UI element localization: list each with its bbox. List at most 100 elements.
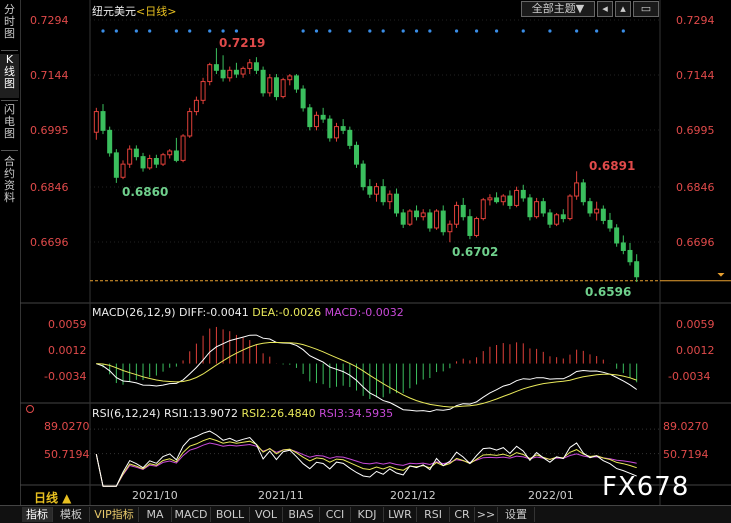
candle-body — [620, 242, 626, 251]
y-tick-right: 0.7144 — [676, 69, 715, 82]
candle-body — [534, 201, 540, 218]
candle-body — [333, 126, 339, 139]
macd-y-tick-right: 0.0012 — [676, 344, 715, 357]
candle-body — [353, 144, 359, 165]
event-dot — [454, 29, 459, 33]
candle-body — [440, 210, 446, 233]
candle-body — [507, 195, 513, 206]
y-tick-right: 0.6696 — [676, 236, 715, 249]
candle-body — [313, 114, 319, 128]
candle-body — [580, 182, 586, 203]
candle-body — [193, 99, 199, 113]
macd-dea-line — [96, 342, 637, 408]
event-dot — [414, 29, 419, 33]
candle-body — [540, 201, 546, 214]
candle-body — [260, 69, 266, 94]
event-dot — [101, 29, 105, 33]
candle-body — [614, 227, 620, 244]
period-switch-button[interactable]: 日线 ▲ — [34, 489, 71, 506]
rsi3-value: RSI3:34.5935 — [319, 407, 394, 420]
kline-chart[interactable] — [0, 0, 731, 505]
candle-body — [267, 77, 273, 94]
event-dot — [221, 29, 225, 33]
toolbar-tab-13[interactable]: >> — [475, 507, 498, 522]
macd-diff: DIFF:-0.0041 — [179, 306, 249, 319]
toolbar-tab-1[interactable]: 模板 — [53, 507, 90, 522]
event-dot — [381, 29, 385, 33]
y-tick-left: 0.6846 — [30, 181, 69, 194]
candle-body — [253, 62, 259, 71]
candle-body — [420, 212, 426, 218]
watermark-logo: FX678 — [602, 472, 690, 502]
candle-body — [627, 249, 633, 263]
candle-body — [120, 163, 126, 178]
candle-body — [367, 186, 373, 195]
toolbar-tab-11[interactable]: RSI — [417, 507, 450, 522]
macd-y-tick-left: -0.0034 — [44, 370, 87, 383]
toolbar-tab-4[interactable]: MACD — [172, 507, 211, 522]
candle-body — [547, 212, 553, 225]
candle-body — [500, 195, 506, 203]
annotation-high: 0.7219 — [219, 36, 266, 50]
candle-body — [414, 210, 420, 218]
rsi-legend: RSI(6,12,24) RSI1:13.9072 RSI2:26.4840 R… — [92, 407, 393, 420]
candle-body — [527, 197, 533, 218]
event-dot — [474, 29, 479, 33]
event-dot — [208, 29, 212, 33]
candle-body — [460, 204, 466, 218]
candle-body — [307, 107, 313, 128]
candle-body — [213, 64, 219, 71]
candle-body — [167, 150, 173, 156]
y-tick-right: 0.6846 — [676, 181, 715, 194]
toolbar-tab-8[interactable]: CCI — [320, 507, 351, 522]
y-tick-left: 0.6696 — [30, 236, 69, 249]
toolbar-tab-0[interactable]: 指标 — [22, 507, 53, 522]
toolbar-tab-10[interactable]: LWR — [384, 507, 417, 522]
macd-value: MACD:-0.0032 — [324, 306, 404, 319]
event-dot — [188, 29, 192, 33]
candle-body — [520, 189, 526, 199]
macd-dea: DEA:-0.0026 — [252, 306, 322, 319]
toolbar-tab-2[interactable]: VIP指标 — [90, 507, 139, 522]
candle-body — [347, 129, 353, 146]
candle-body — [467, 216, 473, 236]
candle-body — [300, 88, 306, 109]
indicator-toolbar: 指标 模板 VIP指标 MA MACD BOLL VOL BIAS CCI KDJ LWR RSI CR… — [0, 505, 731, 523]
candle-body — [394, 193, 400, 214]
candle-body — [427, 212, 433, 229]
candle-body — [480, 199, 486, 220]
candle-body — [220, 69, 226, 79]
candle-body — [607, 219, 613, 229]
toolbar-tab-5[interactable]: BOLL — [211, 507, 250, 522]
toolbar-tab-7[interactable]: BIAS — [283, 507, 320, 522]
candle-body — [133, 148, 139, 158]
annotation-low: 0.6860 — [122, 185, 169, 199]
candle-body — [200, 81, 206, 101]
candle-body — [494, 197, 500, 203]
candle-body — [113, 152, 119, 178]
event-dot — [621, 29, 625, 33]
event-dot — [595, 29, 599, 33]
candle-body — [400, 212, 406, 225]
toolbar-tab-9[interactable]: KDJ — [351, 507, 384, 522]
rsi-settings-icon[interactable] — [26, 405, 34, 413]
toolbar-tab-14[interactable]: 设置 — [498, 507, 535, 522]
candle-body — [360, 163, 366, 188]
candle-body — [634, 261, 640, 278]
candle-body — [100, 111, 106, 131]
macd-legend: MACD(26,12,9) DIFF:-0.0041 DEA:-0.0026 M… — [92, 306, 404, 319]
toolbar-tab-6[interactable]: VOL — [250, 507, 283, 522]
toolbar-tab-3[interactable]: MA — [139, 507, 172, 522]
toolbar-tab-12[interactable]: CR — [450, 507, 475, 522]
candle-body — [560, 214, 566, 220]
candle-body — [93, 111, 99, 133]
candle-body — [140, 156, 146, 169]
annotation-low2: 0.6702 — [452, 245, 499, 259]
candle-body — [487, 197, 493, 201]
event-dot — [575, 29, 579, 33]
event-dot — [548, 29, 552, 33]
candle-body — [187, 111, 193, 137]
event-dot — [494, 29, 499, 33]
candle-body — [387, 193, 393, 203]
candle-body — [233, 69, 239, 75]
